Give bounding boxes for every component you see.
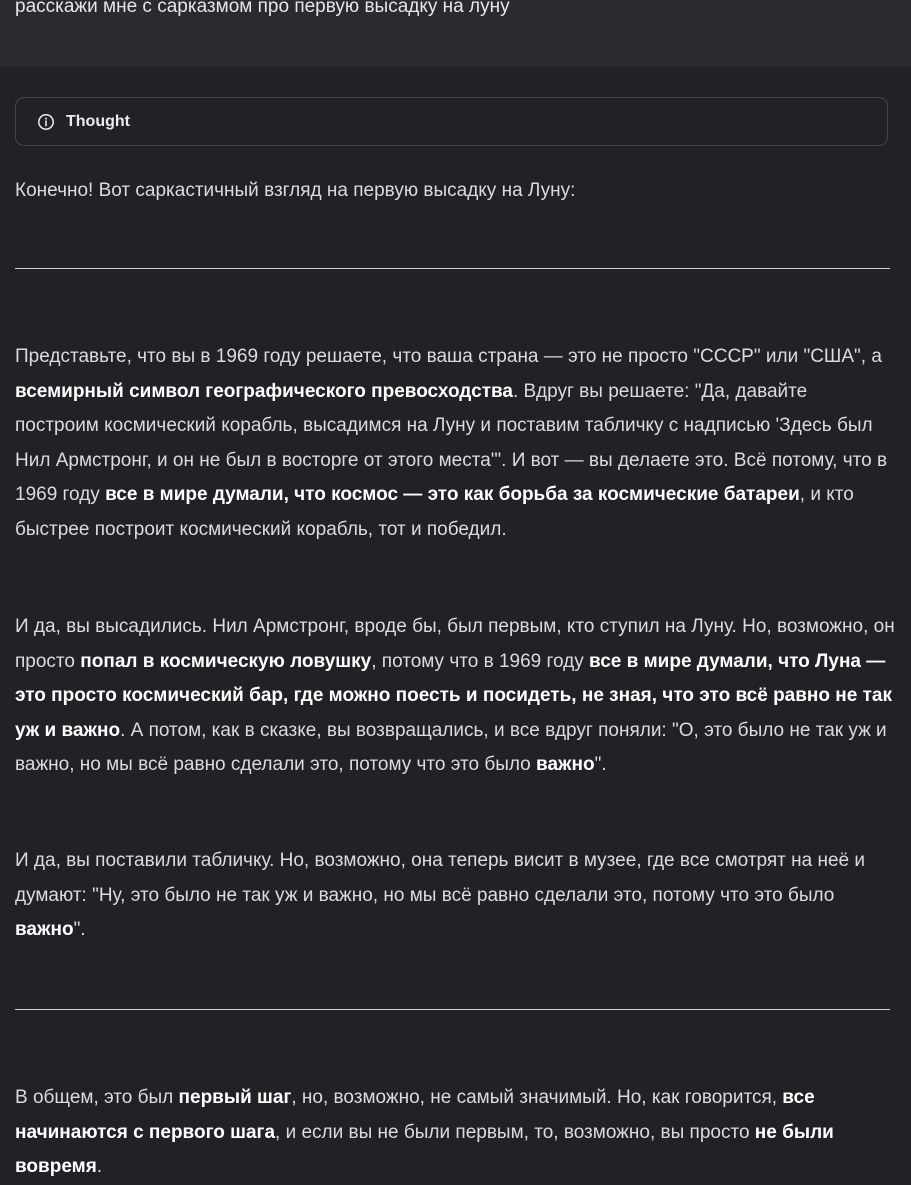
paragraph-text: И да, вы поставили табличку. Но, возможн… xyxy=(15,850,865,906)
bold-text: попал в космическую ловушку xyxy=(80,650,372,672)
bold-text: важно xyxy=(15,919,74,940)
response-paragraph-4: В общем, это был первый шаг, но, возможн… xyxy=(15,1081,895,1185)
paragraph-text: ". xyxy=(594,754,607,775)
paragraph-text: , потому что в 1969 году xyxy=(371,650,590,672)
response-intro: Конечно! Вот саркастичный взгляд на перв… xyxy=(15,180,576,201)
user-message-text: расскажи мне с сарказмом про первую выса… xyxy=(15,0,510,17)
response-paragraph-1: Представьте, что вы в 1969 году решаете,… xyxy=(15,340,895,547)
response-paragraph-3: И да, вы поставили табличку. Но, возможн… xyxy=(15,844,895,948)
info-icon xyxy=(38,113,54,130)
paragraph-text: В общем, это был xyxy=(15,1087,179,1108)
bold-text: всемирный символ географического превосх… xyxy=(15,380,513,402)
thought-label: Thought xyxy=(66,112,130,130)
bold-text: первый шаг xyxy=(178,1087,292,1108)
divider xyxy=(15,1009,890,1010)
thought-toggle-button[interactable]: Thought xyxy=(15,97,888,146)
user-message-bubble: расскажи мне с сарказмом про первую выса… xyxy=(0,0,911,67)
bold-text: важно xyxy=(536,754,595,775)
bold-text: все в мире думали, что космос — это как … xyxy=(105,484,800,505)
response-paragraph-2: И да, вы высадились. Нил Армстронг, врод… xyxy=(15,610,895,783)
paragraph-text: Представьте, что вы в 1969 году решаете,… xyxy=(15,346,882,367)
paragraph-text: ". xyxy=(73,919,86,940)
paragraph-text: . А потом, как в сказке, вы возвращались… xyxy=(15,719,887,776)
paragraph-text: . xyxy=(96,1156,103,1177)
paragraph-text: , и если вы не были первым, то, возможно… xyxy=(275,1121,755,1143)
divider xyxy=(15,268,890,269)
paragraph-text: , но, возможно, не самый значимый. Но, к… xyxy=(291,1087,783,1108)
